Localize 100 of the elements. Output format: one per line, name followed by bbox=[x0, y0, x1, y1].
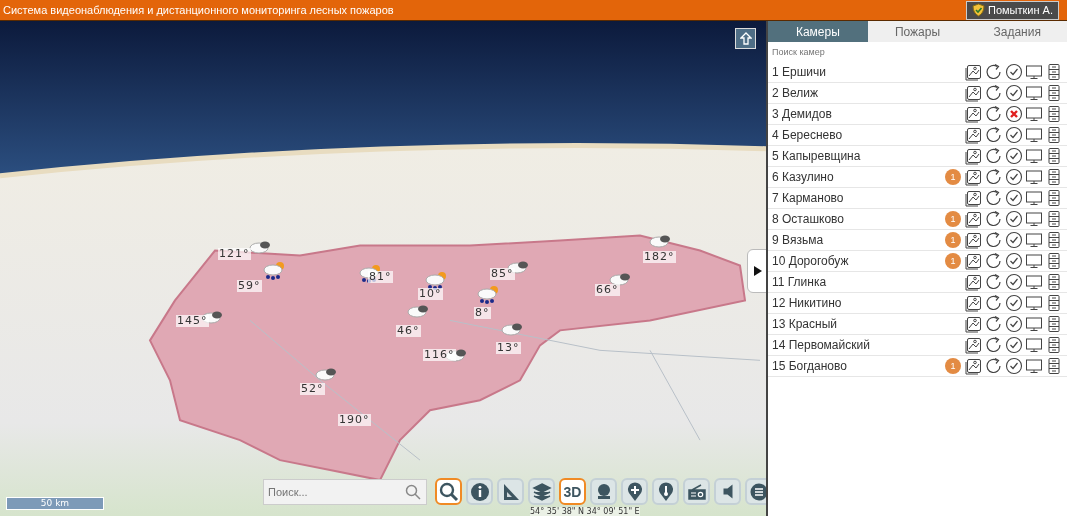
layers-button[interactable] bbox=[528, 478, 555, 505]
photo-icon[interactable] bbox=[965, 315, 983, 333]
expand-tab[interactable] bbox=[747, 249, 766, 293]
refresh-icon[interactable] bbox=[985, 126, 1003, 144]
monitor-icon[interactable] bbox=[1025, 315, 1043, 333]
refresh-icon[interactable] bbox=[985, 273, 1003, 291]
server-icon[interactable] bbox=[1045, 273, 1063, 291]
monitor-icon[interactable] bbox=[1025, 84, 1043, 102]
photo-icon[interactable] bbox=[965, 189, 983, 207]
refresh-icon[interactable] bbox=[985, 189, 1003, 207]
refresh-icon[interactable] bbox=[985, 357, 1003, 375]
photo-icon[interactable] bbox=[965, 231, 983, 249]
camera-name[interactable]: 13 Красный bbox=[772, 317, 963, 331]
thermo-pin-button[interactable] bbox=[652, 478, 679, 505]
map-search-field[interactable]: Поиск... bbox=[263, 478, 427, 505]
camera-name[interactable]: 6 Казулино bbox=[772, 170, 943, 184]
camera-name[interactable]: 4 Береснево bbox=[772, 128, 963, 142]
refresh-icon[interactable] bbox=[985, 210, 1003, 228]
photo-icon[interactable] bbox=[965, 147, 983, 165]
camera-name[interactable]: 14 Первомайский bbox=[772, 338, 963, 352]
monitor-icon[interactable] bbox=[1025, 63, 1043, 81]
monitor-icon[interactable] bbox=[1025, 168, 1043, 186]
search-button[interactable] bbox=[435, 478, 462, 505]
monitor-icon[interactable] bbox=[1025, 357, 1043, 375]
camera-name[interactable]: 10 Дорогобуж bbox=[772, 254, 943, 268]
refresh-icon[interactable] bbox=[985, 231, 1003, 249]
photo-icon[interactable] bbox=[965, 84, 983, 102]
check-status-icon[interactable] bbox=[1005, 336, 1023, 354]
mode-button[interactable]: 3D bbox=[559, 478, 586, 505]
receiver-button[interactable] bbox=[683, 478, 710, 505]
photo-icon[interactable] bbox=[965, 357, 983, 375]
server-icon[interactable] bbox=[1045, 63, 1063, 81]
server-icon[interactable] bbox=[1045, 168, 1063, 186]
photo-icon[interactable] bbox=[965, 294, 983, 312]
refresh-icon[interactable] bbox=[985, 294, 1003, 312]
panel-tab[interactable]: Задания bbox=[967, 21, 1067, 42]
photo-icon[interactable] bbox=[965, 168, 983, 186]
refresh-icon[interactable] bbox=[985, 147, 1003, 165]
add-pin-button[interactable] bbox=[621, 478, 648, 505]
server-icon[interactable] bbox=[1045, 84, 1063, 102]
check-status-icon[interactable] bbox=[1005, 315, 1023, 333]
photo-icon[interactable] bbox=[965, 336, 983, 354]
info-button[interactable] bbox=[466, 478, 493, 505]
check-status-icon[interactable] bbox=[1005, 63, 1023, 81]
refresh-icon[interactable] bbox=[985, 168, 1003, 186]
check-status-icon[interactable] bbox=[1005, 189, 1023, 207]
check-status-icon[interactable] bbox=[1005, 147, 1023, 165]
chat-button[interactable] bbox=[745, 478, 766, 505]
monitor-icon[interactable] bbox=[1025, 273, 1043, 291]
camera-name[interactable]: 5 Капыревщина bbox=[772, 149, 963, 163]
camera-name[interactable]: 1 Ершичи bbox=[772, 65, 963, 79]
ruler-button[interactable] bbox=[497, 478, 524, 505]
monitor-icon[interactable] bbox=[1025, 252, 1043, 270]
check-status-icon[interactable] bbox=[1005, 126, 1023, 144]
server-icon[interactable] bbox=[1045, 336, 1063, 354]
refresh-icon[interactable] bbox=[985, 105, 1003, 123]
panel-tab[interactable]: Пожары bbox=[867, 21, 968, 42]
monitor-icon[interactable] bbox=[1025, 126, 1043, 144]
camera-name[interactable]: 7 Карманово bbox=[772, 191, 963, 205]
check-status-icon[interactable] bbox=[1005, 210, 1023, 228]
user-button[interactable]: Помыткин А. bbox=[966, 0, 1059, 20]
photo-icon[interactable] bbox=[965, 126, 983, 144]
server-icon[interactable] bbox=[1045, 210, 1063, 228]
camera-name[interactable]: 11 Глинка bbox=[772, 275, 963, 289]
photo-icon[interactable] bbox=[965, 273, 983, 291]
check-status-icon[interactable] bbox=[1005, 294, 1023, 312]
collapse-button[interactable] bbox=[735, 28, 756, 49]
camera-name[interactable]: 12 Никитино bbox=[772, 296, 963, 310]
camera-name[interactable]: 15 Богданово bbox=[772, 359, 943, 373]
sound-button[interactable] bbox=[714, 478, 741, 505]
monitor-icon[interactable] bbox=[1025, 147, 1043, 165]
server-icon[interactable] bbox=[1045, 231, 1063, 249]
monitor-icon[interactable] bbox=[1025, 105, 1043, 123]
photo-icon[interactable] bbox=[965, 63, 983, 81]
panel-tab[interactable]: Камеры bbox=[768, 21, 868, 42]
server-icon[interactable] bbox=[1045, 189, 1063, 207]
monitor-icon[interactable] bbox=[1025, 189, 1043, 207]
refresh-icon[interactable] bbox=[985, 336, 1003, 354]
check-status-icon[interactable] bbox=[1005, 231, 1023, 249]
photo-icon[interactable] bbox=[965, 252, 983, 270]
server-icon[interactable] bbox=[1045, 294, 1063, 312]
check-status-icon[interactable] bbox=[1005, 168, 1023, 186]
refresh-icon[interactable] bbox=[985, 63, 1003, 81]
monitor-icon[interactable] bbox=[1025, 336, 1043, 354]
monitor-icon[interactable] bbox=[1025, 210, 1043, 228]
monitor-icon[interactable] bbox=[1025, 231, 1043, 249]
server-icon[interactable] bbox=[1045, 357, 1063, 375]
photo-icon[interactable] bbox=[965, 105, 983, 123]
server-icon[interactable] bbox=[1045, 147, 1063, 165]
error-status-icon[interactable] bbox=[1005, 105, 1023, 123]
check-status-icon[interactable] bbox=[1005, 357, 1023, 375]
refresh-icon[interactable] bbox=[985, 315, 1003, 333]
camera-name[interactable]: 9 Вязьма bbox=[772, 233, 943, 247]
check-status-icon[interactable] bbox=[1005, 252, 1023, 270]
server-icon[interactable] bbox=[1045, 126, 1063, 144]
photo-icon[interactable] bbox=[965, 210, 983, 228]
server-icon[interactable] bbox=[1045, 105, 1063, 123]
camera-name[interactable]: 2 Велиж bbox=[772, 86, 963, 100]
server-icon[interactable] bbox=[1045, 252, 1063, 270]
camera-name[interactable]: 3 Демидов bbox=[772, 107, 963, 121]
